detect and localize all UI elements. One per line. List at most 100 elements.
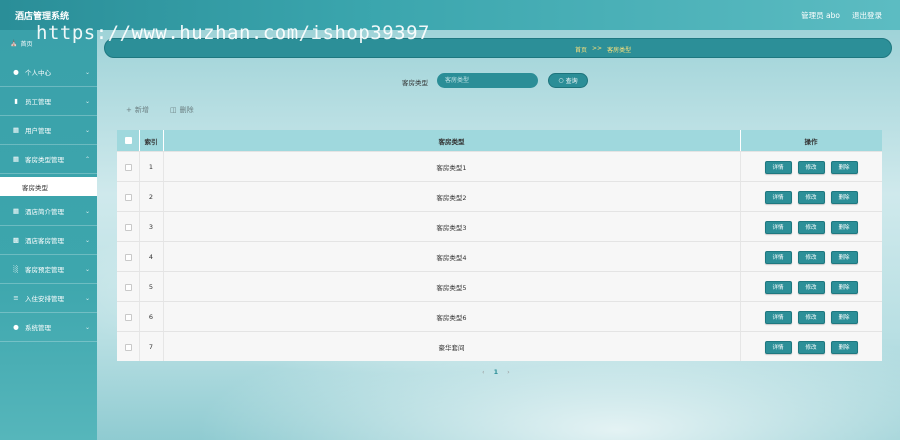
edit-button[interactable]: 修改	[797, 220, 825, 234]
detail-button[interactable]: 详情	[764, 280, 792, 294]
logout-link[interactable]: 退出登录	[852, 10, 882, 21]
row-select-cell	[117, 242, 139, 272]
add-button[interactable]: + 新增	[126, 105, 149, 115]
current-page[interactable]: 1	[494, 368, 499, 376]
search-input[interactable]	[437, 73, 538, 88]
divider	[163, 332, 164, 361]
row-index: 7	[148, 343, 154, 351]
row-checkbox[interactable]	[124, 313, 132, 321]
row-delete-button[interactable]: 删除	[830, 310, 858, 324]
row-actions: 详情 修改 删除	[740, 152, 882, 182]
detail-button[interactable]: 详情	[764, 220, 792, 234]
row-select-cell	[117, 182, 139, 212]
detail-button[interactable]: 详情	[764, 310, 792, 324]
header-right: 管理员 abo 退出登录	[801, 10, 882, 21]
home-icon: ⛪	[10, 40, 18, 47]
plus-icon: +	[126, 106, 132, 114]
edit-button[interactable]: 修改	[797, 190, 825, 204]
row-checkbox[interactable]	[124, 193, 132, 201]
row-type: 客房类型2	[436, 194, 467, 202]
row-type: 客房类型1	[436, 164, 467, 172]
row-delete-button[interactable]: 删除	[830, 340, 858, 354]
chevron-down-icon: ⌄	[84, 236, 90, 244]
divider	[740, 182, 741, 211]
edit-button[interactable]: 修改	[797, 160, 825, 174]
sidebar-item-bookings[interactable]: ░ 客房预定管理 ⌄	[0, 255, 97, 284]
trash-icon: ◫	[170, 106, 177, 114]
row-index: 2	[148, 193, 154, 201]
detail-button[interactable]: 详情	[764, 190, 792, 204]
table-header: 索引 客房类型 操作	[117, 130, 882, 151]
row-index: 5	[148, 283, 154, 291]
book-icon: ▩	[12, 236, 20, 244]
chevron-down-icon: ⌄	[84, 294, 90, 302]
row-delete-button[interactable]: 删除	[830, 190, 858, 204]
row-checkbox[interactable]	[124, 283, 132, 291]
row-checkbox[interactable]	[124, 253, 132, 261]
sidebar-item-room-types[interactable]: ▦ 客房类型管理 ⌃	[0, 145, 97, 174]
row-checkbox[interactable]	[124, 223, 132, 231]
row-delete-button[interactable]: 删除	[830, 250, 858, 264]
chevron-down-icon: ⌄	[84, 68, 90, 76]
detail-button[interactable]: 详情	[764, 160, 792, 174]
sidebar-item-users[interactable]: ▦ 用户管理 ⌄	[0, 116, 97, 145]
row-type: 豪华套间	[438, 344, 465, 352]
breadcrumb-home[interactable]: 首页	[575, 45, 587, 54]
breadcrumb: 首页 >> 客房类型	[575, 45, 631, 54]
sidebar-item-system[interactable]: ● 系统管理 ⌄	[0, 313, 97, 342]
chevron-up-icon: ⌃	[84, 155, 90, 163]
edit-button[interactable]: 修改	[797, 280, 825, 294]
row-delete-button[interactable]: 删除	[830, 160, 858, 174]
divider	[139, 152, 140, 181]
user-label: 管理员 abo	[801, 11, 840, 20]
row-select-cell	[117, 302, 139, 332]
delete-button[interactable]: ◫ 删除	[170, 105, 194, 115]
edit-button[interactable]: 修改	[797, 340, 825, 354]
table-row: 5 客房类型5 详情 修改 删除	[117, 271, 882, 301]
select-all-cell	[117, 130, 139, 151]
breadcrumb-current: 客房类型	[607, 47, 632, 54]
home-tab[interactable]: ⛪ 首页	[10, 39, 33, 48]
divider	[139, 302, 140, 331]
sidebar-item-hotel-rooms[interactable]: ▩ 酒店客房管理 ⌄	[0, 226, 97, 255]
row-type: 客房类型6	[436, 314, 467, 322]
edit-button[interactable]: 修改	[797, 250, 825, 264]
divider	[139, 242, 140, 271]
sidebar-item-hotel-intro[interactable]: ▦ 酒店简介管理 ⌄	[0, 197, 97, 226]
divider	[740, 332, 741, 361]
search-button[interactable]: ○ 查询	[548, 73, 588, 88]
divider	[163, 152, 164, 181]
search-icon: ○	[558, 77, 564, 84]
detail-button[interactable]: 详情	[764, 250, 792, 264]
row-actions: 详情 修改 删除	[740, 212, 882, 242]
table-row: 3 客房类型3 详情 修改 删除	[117, 211, 882, 241]
row-index: 4	[148, 253, 154, 261]
row-checkbox[interactable]	[124, 343, 132, 351]
row-delete-button[interactable]: 删除	[830, 220, 858, 234]
bar-chart-icon: ░	[13, 265, 19, 273]
sidebar-item-profile[interactable]: ● 个人中心 ⌄	[0, 58, 97, 87]
edit-button[interactable]: 修改	[797, 310, 825, 324]
divider	[139, 182, 140, 211]
row-actions: 详情 修改 删除	[740, 182, 882, 212]
divider	[163, 182, 164, 211]
sidebar-item-checkin[interactable]: ≡ 入住安排管理 ⌄	[0, 284, 97, 313]
header-type: 客房类型	[438, 137, 465, 146]
prev-page-button[interactable]: ‹	[482, 368, 485, 376]
grid-icon: ▦	[12, 126, 20, 134]
row-select-cell	[117, 152, 139, 182]
row-index: 1	[148, 163, 154, 171]
sidebar-item-staff[interactable]: ▮ 员工管理 ⌄	[0, 87, 97, 116]
table-row: 6 客房类型6 详情 修改 删除	[117, 301, 882, 331]
row-delete-button[interactable]: 删除	[830, 280, 858, 294]
row-actions: 详情 修改 删除	[740, 272, 882, 302]
row-checkbox[interactable]	[124, 163, 132, 171]
table-row: 4 客房类型4 详情 修改 删除	[117, 241, 882, 271]
sidebar-subitem-room-type[interactable]: 客房类型	[0, 177, 97, 196]
detail-button[interactable]: 详情	[764, 340, 792, 354]
row-index: 3	[148, 223, 154, 231]
next-page-button[interactable]: ›	[507, 368, 510, 376]
select-all-checkbox[interactable]	[124, 137, 132, 144]
divider	[139, 332, 140, 361]
search-label: 客房类型	[402, 79, 428, 87]
